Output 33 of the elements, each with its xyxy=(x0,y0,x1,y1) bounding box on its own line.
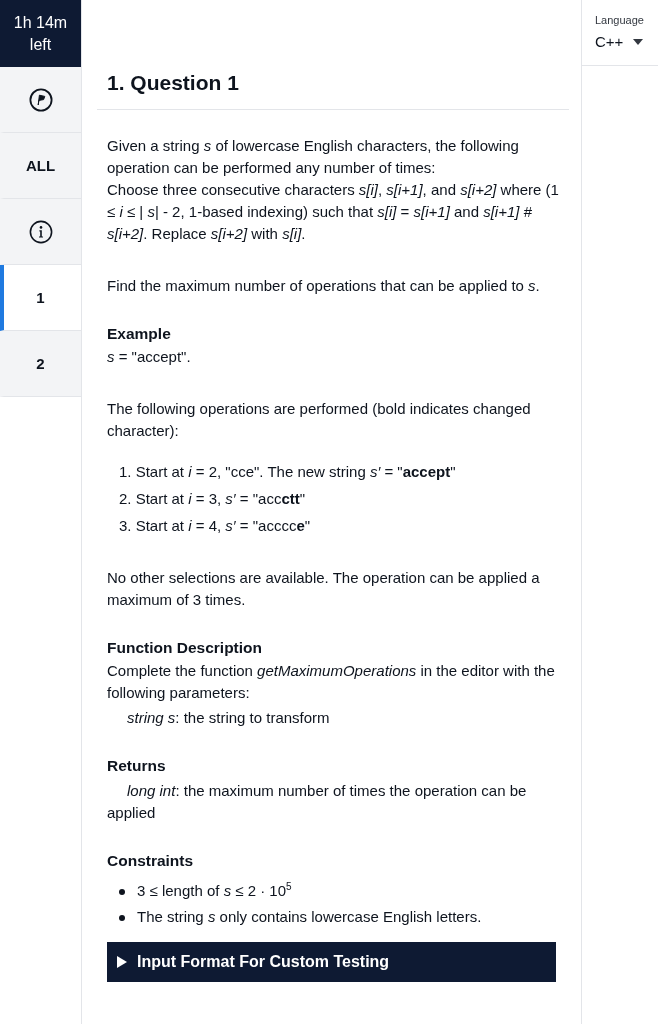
caret-down-icon xyxy=(633,39,644,45)
description-text: Complete the function getMaximumOperations in the editor with the following parameters: xyxy=(107,661,556,703)
description-text: string s: the string to transform xyxy=(126,708,331,728)
description-text: s = "accept". xyxy=(107,347,192,367)
description-text: The following operations are performed (bold indicates changed character): xyxy=(107,399,532,441)
section-heading: Function Description xyxy=(107,638,263,658)
time-remaining: 1h 14m left xyxy=(0,0,81,67)
language-dropdown[interactable]: C++ xyxy=(595,32,644,52)
constraint-text: 3 ≤ length of s ≤ 2 · 10$^{5}$ xyxy=(137,880,292,901)
constraint-text: The string s only contains lowercase English letters. xyxy=(137,907,482,927)
step-text: 1. Start at i = 2, "cce". The new string s′ = "accept" xyxy=(119,462,457,482)
section-heading: Example xyxy=(107,324,172,344)
sidebar-item[interactable]: 2 xyxy=(0,331,81,397)
sidebar-item[interactable] xyxy=(0,199,81,265)
triangle-icon xyxy=(117,956,127,968)
description-text: long int: the maximum number of times the operation can be applied xyxy=(107,781,528,823)
info-icon xyxy=(28,219,53,244)
sidebar-item[interactable]: 1 xyxy=(0,265,81,331)
sidebar-item[interactable]: ALL xyxy=(0,133,81,199)
question-title: 1. Question 1 xyxy=(107,70,240,96)
description-text: Find the maximum number of operations that can be applied to s. xyxy=(107,276,541,296)
section-heading: Constraints xyxy=(107,851,195,871)
bullet-icon xyxy=(119,915,125,921)
sidebar-item[interactable] xyxy=(0,67,81,133)
flag-icon xyxy=(28,87,53,112)
custom-testing-toggle[interactable]: Input Format For Custom Testing xyxy=(107,942,556,982)
field-label: Language xyxy=(595,13,645,27)
step-text: 3. Start at i = 4, s′ = "acccce" xyxy=(119,516,312,536)
description-text: No other selections are available. The operation can be applied a maximum of 3 times. xyxy=(107,568,541,610)
bullet-icon xyxy=(119,889,125,895)
step-text: 2. Start at i = 3, s′ = "accctt" xyxy=(119,489,307,509)
description-text: Given a string s of lowercase English characters, the following operation can be performed any number of times: Choose three consecutive characters s[i], s[i+1], and s[i+2] where (1 ≤ i ≤ | s| - 2, 1-based indexing) such that s[i] = s[i+1] and s[i+1] # s[i+2]. Replace s[i+2] with s[i]. xyxy=(107,136,560,244)
section-heading: Returns xyxy=(107,756,167,776)
